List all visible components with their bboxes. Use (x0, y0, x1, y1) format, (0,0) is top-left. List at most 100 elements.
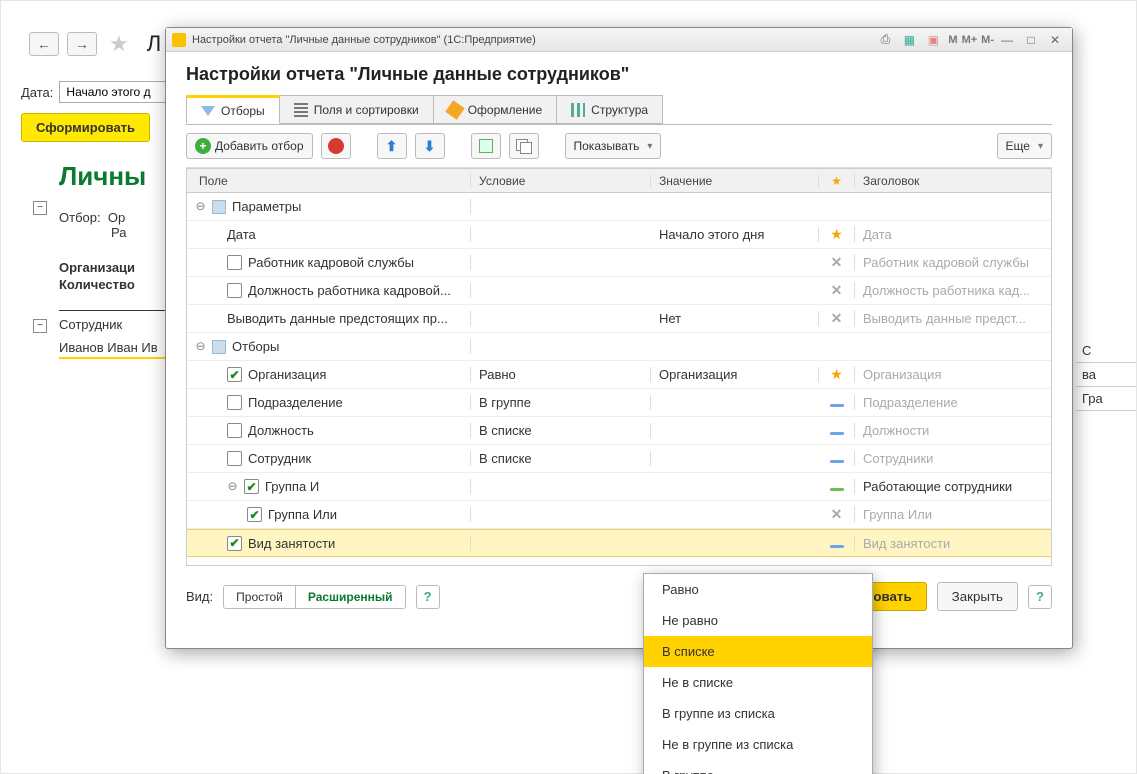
row-group-or[interactable]: Группа Или ✕ Группа Или (187, 501, 1051, 529)
mem-m[interactable]: M (948, 34, 957, 46)
checkbox[interactable] (227, 536, 242, 551)
row-upcoming[interactable]: Выводить данные предстоящих пр... Нет ✕ … (187, 305, 1051, 333)
checkbox[interactable] (247, 507, 262, 522)
mem-mp[interactable]: M+ (962, 34, 978, 46)
dd-item-notingrouplist[interactable]: Не в группе из списка (644, 729, 872, 760)
x-icon[interactable]: ✕ (831, 310, 843, 326)
tab-fields[interactable]: Поля и сортировки (279, 95, 434, 124)
collapse-icon[interactable]: ⊖ (195, 201, 206, 212)
dialog-titlebar[interactable]: Настройки отчета "Личные данные сотрудни… (166, 28, 1072, 52)
employee-row[interactable]: Иванов Иван Ив (59, 340, 179, 359)
close-button[interactable]: Закрыть (937, 582, 1018, 611)
close-icon[interactable]: ✕ (1044, 31, 1066, 49)
collapse-icon[interactable]: ⊖ (195, 341, 206, 352)
node-icon (212, 200, 226, 214)
report-settings-dialog: Настройки отчета "Личные данные сотрудни… (165, 27, 1073, 649)
row-group-and[interactable]: ⊖Группа И Работающие сотрудники (187, 473, 1051, 501)
row-date[interactable]: Дата Начало этого дня ★ Дата (187, 221, 1051, 249)
dash-icon[interactable] (830, 404, 844, 407)
col-value[interactable]: Значение (651, 174, 819, 188)
group-filters[interactable]: ⊖ Отборы (187, 333, 1051, 361)
group-parameters[interactable]: ⊖Параметры (187, 193, 1051, 221)
cell-field: Группа Или (268, 507, 337, 522)
cell-field: Должность (248, 423, 314, 438)
favorite-star-icon[interactable]: ★ (109, 31, 129, 57)
x-icon[interactable]: ✕ (831, 282, 843, 298)
checkbox[interactable] (227, 395, 242, 410)
cell-value: Организация (651, 367, 819, 382)
dd-item-neq[interactable]: Не равно (644, 605, 872, 636)
dd-item-eq[interactable]: Равно (644, 574, 872, 605)
mem-mm[interactable]: M- (981, 34, 994, 46)
tab-filters[interactable]: Отборы (186, 95, 280, 124)
checkbox[interactable] (227, 451, 242, 466)
view-simple-button[interactable]: Простой (224, 586, 295, 608)
col-star[interactable]: ★ (819, 174, 855, 188)
tab-filters-label: Отборы (221, 104, 265, 118)
col-field[interactable]: Поле (187, 174, 471, 188)
star-icon[interactable]: ★ (830, 366, 843, 382)
cell-field: Выводить данные предстоящих пр... (227, 311, 448, 326)
cell-field: Дата (227, 227, 256, 242)
overflow-col-1: С (1076, 339, 1136, 363)
add-filter-button[interactable]: +Добавить отбор (186, 133, 313, 159)
help-button[interactable]: ? (416, 585, 440, 609)
collapse-icon[interactable]: ⊖ (227, 481, 238, 492)
checkbox[interactable] (227, 283, 242, 298)
checkbox[interactable] (227, 367, 242, 382)
checkbox[interactable] (227, 255, 242, 270)
col-title[interactable]: Заголовок (855, 174, 1051, 188)
minimize-icon[interactable]: — (996, 31, 1018, 49)
tab-appearance[interactable]: Оформление (433, 95, 557, 124)
dash-icon[interactable] (830, 488, 844, 491)
nav-fwd-button[interactable]: → (67, 32, 97, 56)
show-dropdown[interactable]: Показывать▾ (565, 133, 662, 159)
print-icon[interactable]: ⎙ (874, 31, 896, 49)
tab-structure[interactable]: Структура (556, 95, 663, 124)
date-input[interactable] (59, 81, 179, 103)
calc-icon[interactable]: ▦ (898, 31, 920, 49)
row-organization[interactable]: Организация Равно Организация ★ Организа… (187, 361, 1051, 389)
funnel-icon (201, 106, 215, 116)
org-label: Организаци (59, 260, 179, 275)
check-button[interactable] (471, 133, 501, 159)
dialog-window-title: Настройки отчета "Личные данные сотрудни… (192, 34, 536, 46)
dash-icon[interactable] (830, 432, 844, 435)
row-hr-employee[interactable]: Работник кадровой службы ✕ Работник кадр… (187, 249, 1051, 277)
delete-button[interactable] (321, 133, 351, 159)
dd-item-inlist[interactable]: В списке (644, 636, 872, 667)
row-employment-type[interactable]: Вид занятости Вид занятости (187, 529, 1051, 557)
move-down-button[interactable]: ⬇ (415, 133, 445, 159)
view-advanced-button[interactable]: Расширенный (295, 586, 405, 608)
row-hr-position[interactable]: Должность работника кадровой... ✕ Должно… (187, 277, 1051, 305)
row-employee[interactable]: Сотрудник В списке Сотрудники (187, 445, 1051, 473)
date-label: Дата: (21, 85, 53, 100)
dd-item-ingroup[interactable]: В группе (644, 760, 872, 774)
calendar-icon[interactable]: ▣ (922, 31, 944, 49)
more-dropdown[interactable]: Еще▾ (997, 133, 1052, 159)
help-button-2[interactable]: ? (1028, 585, 1052, 609)
x-icon[interactable]: ✕ (831, 254, 843, 270)
x-icon[interactable]: ✕ (831, 506, 843, 522)
checkbox[interactable] (227, 423, 242, 438)
tree-collapse-1[interactable]: − (33, 201, 47, 215)
row-department[interactable]: Подразделение В группе Подразделение (187, 389, 1051, 417)
dash-icon[interactable] (830, 460, 844, 463)
cell-title: Работающие сотрудники (855, 479, 1051, 494)
cell-field: Организация (248, 367, 326, 382)
dash-icon[interactable] (830, 545, 844, 548)
row-position[interactable]: Должность В списке Должности (187, 417, 1051, 445)
generate-button[interactable]: Сформировать (21, 113, 150, 142)
col-condition[interactable]: Условие (471, 174, 651, 188)
tree-collapse-2[interactable]: − (33, 319, 47, 333)
checkbox[interactable] (244, 479, 259, 494)
copy-button[interactable] (509, 133, 539, 159)
dd-item-notinlist[interactable]: Не в списке (644, 667, 872, 698)
star-icon[interactable]: ★ (830, 226, 843, 242)
group-filters-label: Отборы (232, 339, 279, 354)
nav-back-button[interactable]: ← (29, 32, 59, 56)
dd-item-ingrouplist[interactable]: В группе из списка (644, 698, 872, 729)
report-heading: Личны (59, 161, 179, 192)
maximize-icon[interactable]: □ (1020, 31, 1042, 49)
move-up-button[interactable]: ⬆ (377, 133, 407, 159)
